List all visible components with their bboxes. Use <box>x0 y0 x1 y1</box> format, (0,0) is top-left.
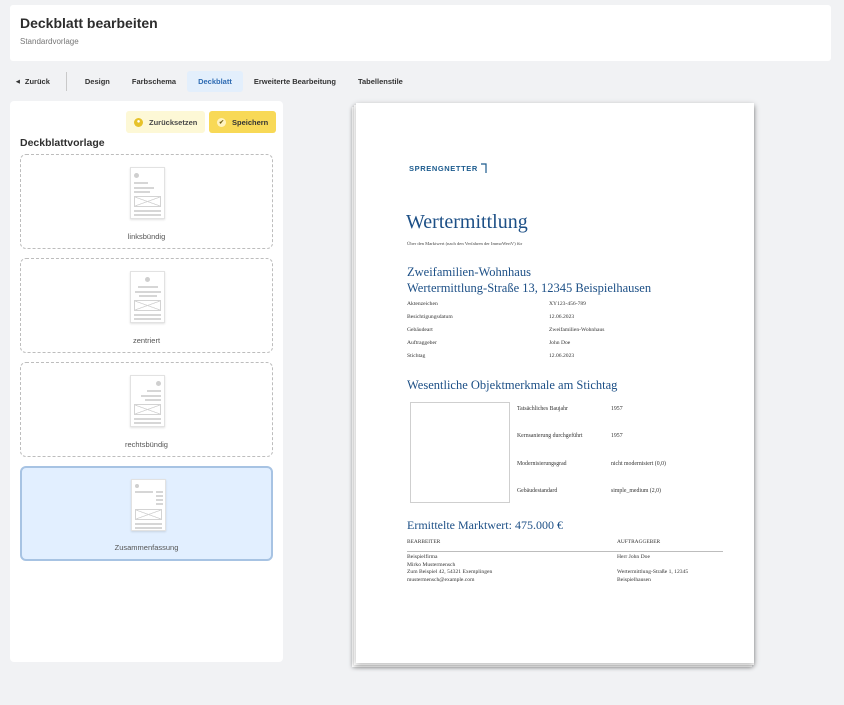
features-heading: Wesentliche Objektmerkmale am Stichtag <box>407 378 618 392</box>
feature-row: Gebäudestandard simple_medium (2,0) <box>517 488 661 494</box>
template-label: linksbündig <box>127 232 166 241</box>
reset-icon: ● <box>134 117 143 127</box>
feature-row: Kernsanierung durchgeführt 1957 <box>517 433 623 439</box>
template-card-rechtsbuendig[interactable]: rechtsbündig <box>20 362 273 457</box>
panel-heading: Deckblattvorlage <box>20 137 105 149</box>
template-card-zentriert[interactable]: zentriert <box>20 258 273 353</box>
document-preview: SPRENGNETTER Wertermittlung Über den Mar… <box>352 101 755 669</box>
save-button[interactable]: ✔ Speichern <box>209 111 277 133</box>
tab-divider <box>65 72 67 91</box>
template-card-zusammenfassung[interactable]: Zusammenfassung <box>20 466 273 561</box>
divider <box>407 551 723 552</box>
tab-erweiterte-bearbeitung[interactable]: Erweiterte Bearbeitung <box>243 71 347 92</box>
back-button[interactable]: ◀ Zurück <box>10 71 66 92</box>
page-header: Deckblatt bearbeiten Standardvorlage <box>10 5 831 61</box>
chevron-left-icon: ◀ <box>16 79 20 85</box>
template-card-linksbuendig[interactable]: linksbündig <box>20 154 273 249</box>
detail-row: Stichtag 12.06.2023 <box>407 353 575 359</box>
logo-bracket-icon <box>480 163 487 173</box>
template-label: Zusammenfassung <box>114 543 179 552</box>
tab-bar: ◀ Zurück Design Farbschema Deckblatt Erwe… <box>10 70 414 93</box>
page-subtitle: Standardvorlage <box>20 37 79 46</box>
client-address: Herr John Doe Wertermittlung-Straße 1, 1… <box>617 554 689 583</box>
document-title: Wertermittlung <box>406 211 528 233</box>
template-label: zentriert <box>132 336 161 345</box>
tab-design[interactable]: Design <box>74 71 121 92</box>
detail-row: Besichtigungsdatum 12.06.2023 <box>407 314 575 320</box>
feature-row: Tatsächliches Baujahr 1957 <box>517 406 623 412</box>
template-thumbnail <box>130 167 165 219</box>
document-subtitle: Über den Marktwert (nach den Verfahren d… <box>407 241 523 246</box>
feature-row: Modernisierungsgrad nicht modernisiert (0… <box>517 461 666 467</box>
client-header: AUFTRAGGEBER <box>617 539 661 545</box>
template-thumbnail <box>130 375 165 427</box>
object-address: Wertermittlung-Straße 13, 12345 Beispiel… <box>407 281 652 295</box>
reset-button[interactable]: ● Zurücksetzen <box>126 111 206 133</box>
tab-farbschema[interactable]: Farbschema <box>121 71 187 92</box>
detail-row: Aktenzeichen XY123-456-789 <box>407 301 586 307</box>
editor-address: Beispielfirma Mirko Mustermensch Zum Bei… <box>407 554 493 583</box>
tab-tabellenstile[interactable]: Tabellenstile <box>347 71 414 92</box>
check-icon: ✔ <box>217 117 226 127</box>
page-title: Deckblatt bearbeiten <box>20 15 158 31</box>
company-logo: SPRENGNETTER <box>409 163 488 174</box>
object-type: Zweifamilien-Wohnhaus <box>407 265 531 279</box>
tab-deckblatt[interactable]: Deckblatt <box>187 71 243 92</box>
detail-row: Gebäudeart Zweifamilien-Wohnhaus <box>407 327 605 333</box>
template-thumbnail <box>131 479 166 531</box>
detail-row: Auftraggeber John Doe <box>407 340 571 346</box>
template-label: rechtsbündig <box>125 440 168 449</box>
editor-header: BEARBEITER <box>407 539 441 545</box>
template-thumbnail <box>130 271 165 323</box>
document-page: SPRENGNETTER Wertermittlung Über den Mar… <box>356 103 754 663</box>
market-value-heading: Ermittelte Marktwert: 475.000 € <box>407 518 563 532</box>
property-photo-placeholder <box>410 402 510 503</box>
object-heading: Zweifamilien-Wohnhaus Wertermittlung-Str… <box>407 264 651 296</box>
template-panel: ● Zurücksetzen ✔ Speichern Deckblattvorl… <box>10 101 283 662</box>
